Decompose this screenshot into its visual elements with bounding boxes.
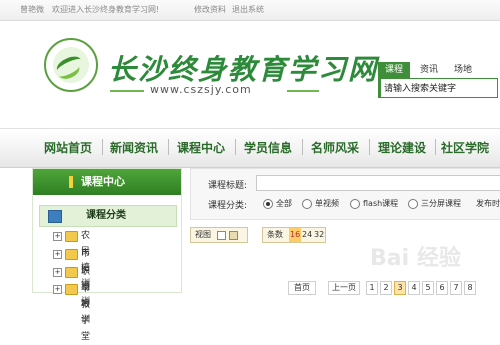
count-label: 条数 xyxy=(267,230,283,239)
nav-news[interactable]: 新闻资讯 xyxy=(110,139,158,156)
edit-profile-link[interactable]: 修改资料 xyxy=(194,0,226,20)
watermark-text: Bai 经验 xyxy=(370,246,461,271)
page-8-button[interactable]: 8 xyxy=(464,281,476,295)
option-three-screen-label: 三分屏课程 xyxy=(421,199,461,208)
nav-teachers[interactable]: 名师风采 xyxy=(311,139,359,156)
nav-separator xyxy=(102,139,103,155)
radio-single-video[interactable] xyxy=(302,199,312,209)
count-32-option[interactable]: 32 xyxy=(314,228,324,242)
page-3-button[interactable]: 3 xyxy=(394,281,406,295)
divider-line xyxy=(287,90,319,92)
folder-icon xyxy=(65,231,78,242)
course-title-input[interactable] xyxy=(256,175,500,191)
search-tab-news[interactable]: 资讯 xyxy=(414,62,444,78)
list-view-icon[interactable] xyxy=(217,231,226,240)
divider-line xyxy=(110,90,144,92)
search-input[interactable]: 请输入搜索关键字 xyxy=(378,78,498,98)
nav-course-center[interactable]: 课程中心 xyxy=(177,139,225,156)
nav-student-info[interactable]: 学员信息 xyxy=(244,139,292,156)
course-sidebar: 课程中心 课程分类 + 农民培训 + 市民培训 + 职场培训 + 早教学堂 xyxy=(32,168,182,342)
nav-separator xyxy=(168,139,169,155)
search-tab-venue[interactable]: 场地 xyxy=(448,62,478,78)
username: 曾艳微 xyxy=(20,5,44,14)
category-title: 课程分类 xyxy=(86,210,126,221)
sidebar-title: 课程中心 xyxy=(81,175,125,188)
expand-plus-icon[interactable]: + xyxy=(53,250,62,259)
logout-link[interactable]: 退出系统 xyxy=(232,0,264,20)
folder-icon xyxy=(65,284,78,295)
nav-separator xyxy=(235,139,236,155)
site-title[interactable]: 长沙终身教育学习网 xyxy=(108,48,378,88)
nav-home[interactable]: 网站首页 xyxy=(44,139,92,156)
option-flash-label: flash课程 xyxy=(363,199,399,208)
top-status-bar: 曾艳微 欢迎进入长沙终身教育学习网! 修改资料 退出系统 xyxy=(0,0,500,21)
radio-flash-course[interactable] xyxy=(350,199,360,209)
site-logo-icon[interactable] xyxy=(44,38,98,92)
view-label: 视图 xyxy=(195,230,211,239)
category-header[interactable]: 课程分类 xyxy=(39,205,177,227)
header-marker-icon xyxy=(69,176,73,188)
folder-icon xyxy=(65,249,78,260)
page-4-button[interactable]: 4 xyxy=(408,281,420,295)
course-title-label: 课程标题: xyxy=(208,181,248,191)
first-page-button[interactable]: 首页 xyxy=(288,281,316,295)
nav-theory[interactable]: 理论建设 xyxy=(378,139,426,156)
main-nav: 网站首页 新闻资讯 课程中心 学员信息 名师风采 理论建设 社区学院 xyxy=(0,128,500,168)
expand-plus-icon[interactable]: + xyxy=(53,232,62,241)
expand-plus-icon[interactable]: + xyxy=(53,268,62,277)
nav-separator xyxy=(435,139,436,155)
site-url: www.cszsjy.com xyxy=(150,83,252,96)
page-7-button[interactable]: 7 xyxy=(450,281,462,295)
page-6-button[interactable]: 6 xyxy=(436,281,448,295)
folder-icon xyxy=(65,267,78,278)
publish-time-label: 发布时 xyxy=(476,199,500,208)
grid-view-icon[interactable] xyxy=(229,231,238,240)
nav-separator xyxy=(369,139,370,155)
page-5-button[interactable]: 5 xyxy=(422,281,434,295)
prev-page-button[interactable]: 上一页 xyxy=(328,281,360,295)
view-toggle: 视图 xyxy=(190,227,248,243)
course-category-label: 课程分类: xyxy=(208,201,248,211)
page-2-button[interactable]: 2 xyxy=(380,281,392,295)
category-edit-icon xyxy=(48,210,62,223)
option-single-video-label: 单视频 xyxy=(315,199,339,208)
radio-all[interactable] xyxy=(263,199,273,209)
option-all-label: 全部 xyxy=(276,199,292,208)
sidebar-header: 课程中心 xyxy=(33,169,181,195)
radio-three-screen[interactable] xyxy=(408,199,418,209)
expand-plus-icon[interactable]: + xyxy=(53,285,62,294)
nav-separator xyxy=(302,139,303,155)
nav-community-college[interactable]: 社区学院 xyxy=(441,139,489,156)
page-1-button[interactable]: 1 xyxy=(366,281,378,295)
count-16-option[interactable]: 16 xyxy=(289,228,302,242)
page-size-selector: 条数 16 24 32 xyxy=(262,227,326,243)
search-tab-course[interactable]: 课程 xyxy=(378,62,410,78)
welcome-text: 欢迎进入长沙终身教育学习网! xyxy=(52,5,160,14)
count-24-option[interactable]: 24 xyxy=(302,228,312,242)
